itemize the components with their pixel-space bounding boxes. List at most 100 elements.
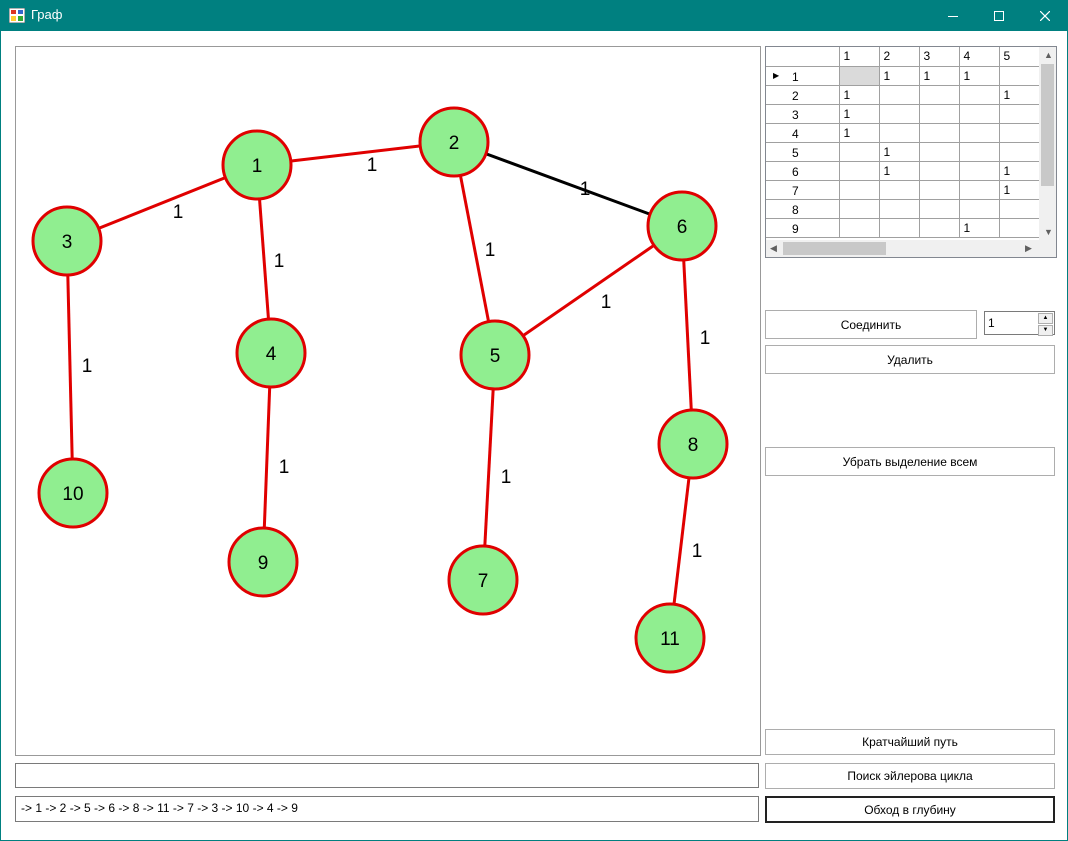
grid-row-header[interactable]: 8 — [766, 199, 840, 219]
edge-weight-label: 1 — [692, 541, 703, 562]
connect-button[interactable]: Соединить — [765, 310, 977, 339]
grid-cell[interactable] — [959, 180, 1000, 200]
grid-horizontal-scrollbar[interactable]: ◀ ▶ — [766, 240, 1039, 257]
grid-cell[interactable] — [919, 161, 960, 181]
grid-cell[interactable] — [839, 161, 880, 181]
grid-cell[interactable] — [999, 142, 1040, 162]
result-field-2[interactable]: -> 1 -> 2 -> 5 -> 6 -> 8 -> 11 -> 7 -> 3… — [15, 796, 759, 822]
grid-vertical-scrollbar[interactable]: ▲ ▼ — [1039, 47, 1056, 240]
grid-row-header[interactable]: 7 — [766, 180, 840, 200]
grid-row[interactable]: ▶ 1 1 1 1 — [766, 66, 1040, 86]
grid-cell[interactable] — [999, 123, 1040, 143]
grid-cell[interactable]: 1 — [999, 180, 1040, 200]
grid-row[interactable]: 8 — [766, 199, 1040, 219]
grid-row-header[interactable]: 4 — [766, 123, 840, 143]
euler-cycle-button[interactable]: Поиск эйлерова цикла — [765, 763, 1055, 789]
delete-button[interactable]: Удалить — [765, 345, 1055, 374]
grid-cell[interactable]: 1 — [839, 123, 880, 143]
grid-cell[interactable] — [959, 142, 1000, 162]
grid-cell[interactable] — [959, 104, 1000, 124]
grid-cell[interactable] — [879, 104, 920, 124]
grid-column-header[interactable]: 3 — [919, 47, 960, 67]
grid-cell[interactable]: 1 — [839, 104, 880, 124]
minimize-button[interactable] — [930, 0, 976, 31]
dfs-button[interactable]: Обход в глубину — [765, 796, 1055, 823]
grid-row-header[interactable]: 5 — [766, 142, 840, 162]
graph-node-label: 4 — [266, 344, 277, 365]
grid-column-header[interactable]: 2 — [879, 47, 920, 67]
result-field-1[interactable] — [15, 763, 759, 788]
grid-vertical-thumb[interactable] — [1041, 64, 1054, 186]
grid-cell[interactable] — [879, 123, 920, 143]
grid-row[interactable]: 6 1 1 — [766, 161, 1040, 181]
grid-row[interactable]: 71 — [766, 180, 1040, 200]
grid-cell[interactable]: 1 — [919, 66, 960, 86]
grid-cell[interactable] — [839, 66, 880, 86]
scroll-right-icon[interactable]: ▶ — [1025, 243, 1032, 254]
scroll-left-icon[interactable]: ◀ — [770, 243, 777, 254]
grid-cell[interactable]: 1 — [879, 66, 920, 86]
grid-column-header[interactable]: 4 — [959, 47, 1000, 67]
grid-cell[interactable]: 1 — [879, 142, 920, 162]
grid-cell[interactable] — [919, 85, 960, 105]
grid-cell[interactable] — [959, 199, 1000, 219]
grid-cell[interactable]: 1 — [839, 85, 880, 105]
grid-row-header[interactable]: 6 — [766, 161, 840, 181]
title-bar[interactable]: Граф — [0, 0, 1068, 31]
grid-cell[interactable] — [999, 104, 1040, 124]
grid-cell[interactable] — [879, 85, 920, 105]
grid-cell[interactable]: 1 — [879, 161, 920, 181]
grid-cell[interactable] — [999, 218, 1040, 238]
grid-cell[interactable] — [919, 199, 960, 219]
grid-cell[interactable] — [879, 218, 920, 238]
grid-row[interactable]: 31 — [766, 104, 1040, 124]
scroll-up-icon[interactable]: ▲ — [1044, 50, 1053, 60]
grid-row[interactable]: 91 — [766, 218, 1040, 238]
grid-cell[interactable] — [999, 66, 1040, 86]
spin-down-icon[interactable]: ▼ — [1038, 325, 1053, 336]
grid-cell[interactable] — [959, 123, 1000, 143]
shortest-path-button[interactable]: Кратчайший путь — [765, 729, 1055, 755]
grid-cell[interactable] — [839, 142, 880, 162]
grid-cell[interactable]: 1 — [959, 218, 1000, 238]
grid-cell[interactable]: 1 — [959, 66, 1000, 86]
grid-cell[interactable] — [839, 199, 880, 219]
weight-spin-buttons[interactable]: ▲ ▼ — [1038, 313, 1053, 336]
graph-edge[interactable] — [453, 140, 683, 228]
weight-value[interactable]: 1 — [988, 316, 995, 330]
grid-cell[interactable] — [839, 180, 880, 200]
grid-cell[interactable] — [919, 123, 960, 143]
grid-row[interactable]: 2 1 1 — [766, 85, 1040, 105]
grid-cell[interactable] — [999, 199, 1040, 219]
graph-canvas[interactable]: 1 1 1 1 1 1 1 1 1 1 1 1 2 3 4 5 6 7 8 9 10 11 — [15, 46, 761, 756]
grid-cell[interactable]: 1 — [999, 85, 1040, 105]
adjacency-grid[interactable]: 12345 ▶ 1 1 1 1 2 1 1 3 1 4 1 5 1 6 1 1 7 1 8 9 1 ▲ ▼ ◀ ▶ — [765, 46, 1057, 258]
grid-row[interactable]: 51 — [766, 142, 1040, 162]
maximize-button[interactable] — [976, 0, 1022, 31]
grid-column-header[interactable]: 1 — [839, 47, 880, 67]
grid-cell[interactable] — [919, 142, 960, 162]
graph-edge[interactable] — [65, 240, 75, 494]
spin-up-icon[interactable]: ▲ — [1038, 313, 1053, 324]
grid-cell[interactable] — [919, 180, 960, 200]
deselect-all-button[interactable]: Убрать выделение всем — [765, 447, 1055, 476]
grid-cell[interactable] — [959, 85, 1000, 105]
close-button[interactable] — [1022, 0, 1068, 31]
grid-cell[interactable] — [879, 199, 920, 219]
grid-row-header[interactable]: 9 — [766, 218, 840, 238]
grid-row-header[interactable]: ▶ 1 — [766, 66, 840, 86]
grid-cell[interactable]: 1 — [999, 161, 1040, 181]
grid-cell[interactable] — [879, 180, 920, 200]
edge-weight-label: 1 — [501, 467, 512, 488]
scroll-down-icon[interactable]: ▼ — [1044, 227, 1053, 237]
grid-horizontal-thumb[interactable] — [783, 242, 886, 255]
grid-cell[interactable] — [839, 218, 880, 238]
grid-cell[interactable] — [919, 104, 960, 124]
grid-row[interactable]: 41 — [766, 123, 1040, 143]
weight-stepper[interactable]: 1 ▲ ▼ — [984, 311, 1055, 336]
grid-column-header[interactable]: 5 — [999, 47, 1040, 67]
grid-cell[interactable] — [919, 218, 960, 238]
grid-row-header[interactable]: 3 — [766, 104, 840, 124]
grid-cell[interactable] — [959, 161, 1000, 181]
grid-row-header[interactable]: 2 — [766, 85, 840, 105]
